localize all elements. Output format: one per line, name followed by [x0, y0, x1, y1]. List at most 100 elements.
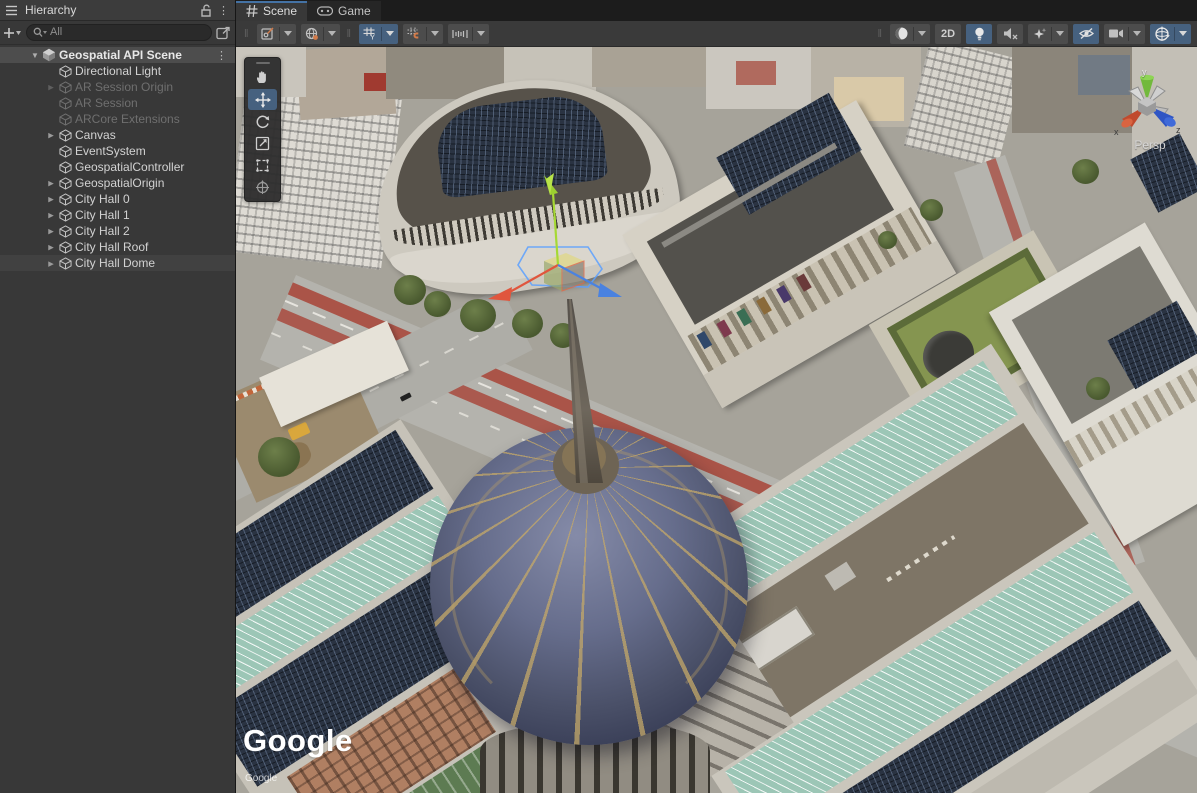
expand-triangle-icon[interactable]: ▶ [48, 195, 54, 203]
gameobject-cube-icon [59, 241, 72, 254]
tree [424, 291, 451, 317]
toolbar-drag-handle[interactable]: ‖ [242, 28, 252, 40]
snap-settings-button[interactable] [448, 24, 489, 44]
scale-tool[interactable] [248, 133, 277, 154]
tool-settings-button[interactable] [257, 24, 296, 44]
scene-root-label: Geospatial API Scene [56, 48, 182, 62]
hierarchy-row[interactable]: ▶ City Hall 0 [0, 191, 235, 207]
scale-icon [255, 136, 270, 151]
hierarchy-row[interactable]: AR Session [0, 95, 235, 111]
shading-mode-button[interactable] [890, 24, 930, 44]
hierarchy-row[interactable]: ARCore Extensions [0, 111, 235, 127]
expand-triangle-icon[interactable]: ▶ [48, 131, 54, 139]
camera-overlay-button[interactable] [1104, 24, 1145, 44]
svg-text:Y: Y [370, 33, 375, 40]
hierarchy-row[interactable]: ▶ GeospatialOrigin [0, 175, 235, 191]
scene-viewport[interactable]: y x z Persp [236, 47, 1197, 793]
pick-window-icon[interactable] [216, 26, 231, 40]
hierarchy-row[interactable]: ▶ Canvas [0, 127, 235, 143]
expand-triangle-icon[interactable]: ▶ [48, 211, 54, 219]
camera-icon [1108, 28, 1124, 39]
pivot-orientation-button[interactable] [301, 24, 340, 44]
excavator [287, 422, 310, 441]
building [904, 47, 1024, 169]
tool-settings-icon [261, 27, 275, 40]
hierarchy-row[interactable]: ▶ City Hall Roof [0, 239, 235, 255]
projection-mode-label[interactable]: Persp [1110, 138, 1190, 152]
tree [258, 437, 300, 477]
rotate-icon [255, 114, 270, 129]
scene-visibility-button[interactable] [1073, 24, 1099, 44]
view-hand-tool[interactable] [248, 67, 277, 88]
shading-mode-icon [894, 26, 909, 41]
expand-triangle-icon[interactable]: ▶ [48, 227, 54, 235]
dropdown-caret-icon [477, 31, 485, 36]
expand-triangle-icon[interactable]: ▶ [48, 259, 54, 267]
expand-triangle-icon[interactable]: ▶ [48, 243, 54, 251]
add-object-icon[interactable] [4, 27, 22, 39]
scene-view-area: Scene Game ‖ [236, 0, 1197, 793]
tree [1086, 377, 1110, 400]
hand-icon [255, 70, 270, 85]
hierarchy-menu-icon [6, 5, 19, 16]
snap-settings-icon [452, 28, 468, 40]
lock-icon[interactable] [200, 4, 212, 17]
toolbar-drag-handle[interactable]: ‖ [875, 28, 885, 40]
hierarchy-row[interactable]: ▶ AR Session Origin [0, 79, 235, 95]
search-input[interactable]: All [26, 24, 212, 41]
expand-triangle-icon[interactable]: ▶ [48, 83, 54, 91]
palette-drag-handle[interactable] [256, 62, 270, 64]
hierarchy-row[interactable]: ▶ City Hall 2 [0, 223, 235, 239]
gamepad-icon [317, 6, 333, 16]
tree [460, 299, 496, 332]
rotate-tool[interactable] [248, 111, 277, 132]
transform-tool[interactable] [248, 177, 277, 198]
scene-lighting-button[interactable] [966, 24, 992, 44]
gameobject-cube-icon [59, 193, 72, 206]
axis-label-y: y [1142, 67, 1147, 77]
tab-scene[interactable]: Scene [236, 1, 307, 21]
toolbar-drag-handle[interactable]: ‖ [345, 28, 355, 40]
effects-button[interactable] [1028, 24, 1068, 44]
gameobject-cube-icon [59, 97, 72, 110]
hierarchy-row[interactable]: EventSystem [0, 143, 235, 159]
search-placeholder: All [50, 24, 62, 41]
row-kebab-icon[interactable]: ⋮ [216, 49, 227, 62]
expand-triangle-icon[interactable]: ▶ [48, 179, 54, 187]
tab-game-label: Game [338, 4, 371, 18]
tree [394, 275, 426, 305]
rect-tool[interactable] [248, 155, 277, 176]
snap-increment-icon [407, 27, 422, 40]
hierarchy-row-scene-root[interactable]: ▼ Geospatial API Scene ⋮ [0, 47, 235, 63]
z-axis-arrowhead[interactable] [598, 283, 622, 297]
tab-strip: Scene Game [236, 0, 1197, 21]
dropdown-caret-icon [328, 31, 336, 36]
hierarchy-panel: Hierarchy ⋮ All ▼ [0, 0, 236, 793]
expand-triangle-icon[interactable]: ▼ [31, 51, 39, 60]
axis-label-x: x [1114, 127, 1119, 137]
gameobject-cube-icon [59, 145, 72, 158]
panel-title: Hierarchy [25, 3, 76, 17]
hierarchy-row[interactable]: Directional Light [0, 63, 235, 79]
courtyard-structure [825, 562, 857, 591]
move-tool[interactable] [248, 89, 277, 110]
grid-visibility-button[interactable]: Y [359, 24, 398, 44]
gizmos-button[interactable] [1150, 24, 1191, 44]
hierarchy-row-city-hall-dome[interactable]: ▶ City Hall Dome [0, 255, 235, 271]
snap-increment-button[interactable] [403, 24, 443, 44]
tree [512, 309, 543, 338]
gameobject-cube-icon [59, 209, 72, 222]
hierarchy-row[interactable]: ▶ City Hall 1 [0, 207, 235, 223]
hierarchy-row[interactable]: GeospatialController [0, 159, 235, 175]
scene-lighting-icon [974, 27, 985, 41]
gameobject-cube-icon [59, 129, 72, 142]
2d-toggle-button[interactable]: 2D [935, 24, 961, 44]
gizmos-icon [1154, 26, 1170, 42]
audio-toggle-button[interactable] [997, 24, 1023, 44]
search-icon[interactable] [33, 27, 47, 38]
building [364, 73, 388, 91]
tab-game[interactable]: Game [307, 1, 381, 21]
kebab-menu-icon[interactable]: ⋮ [218, 4, 229, 17]
gameobject-cube-icon [59, 81, 72, 94]
dropdown-caret-icon [386, 31, 394, 36]
